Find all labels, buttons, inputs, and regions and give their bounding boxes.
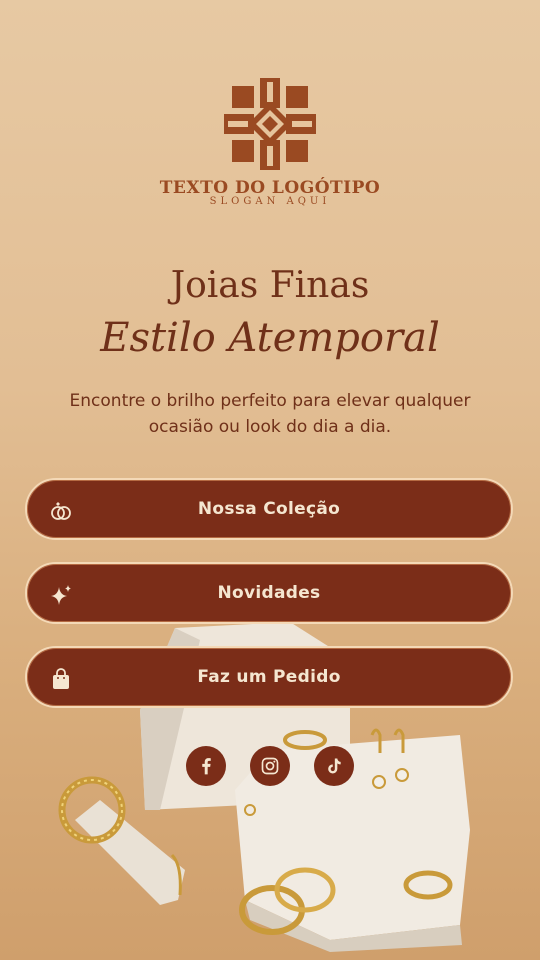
instagram-icon — [261, 757, 279, 775]
instagram-button[interactable] — [250, 746, 290, 786]
page-subtitle: Estilo Atemporal — [100, 315, 440, 361]
brand-logo: TEXTO DO LOGÓTIPO SLOGAN AQUI — [0, 78, 540, 207]
tiktok-button[interactable] — [314, 746, 354, 786]
logo-emblem-icon — [224, 78, 316, 170]
order-button[interactable]: Faz um Pedido — [25, 646, 513, 708]
facebook-button[interactable] — [186, 746, 226, 786]
sparkle-icon — [51, 585, 71, 605]
tiktok-icon — [328, 758, 341, 774]
collection-button[interactable]: Nossa Coleção — [25, 478, 513, 540]
page-description: Encontre o brilho perfeito para elevar q… — [69, 391, 471, 437]
rings-icon — [51, 502, 71, 520]
facebook-icon — [202, 758, 211, 775]
page-title: Joias Finas — [170, 265, 370, 306]
social-links — [0, 746, 540, 786]
order-button-label: Faz um Pedido — [197, 667, 341, 687]
collection-button-label: Nossa Coleção — [197, 499, 341, 519]
shopping-bag-icon — [53, 668, 69, 689]
news-button[interactable]: Novidades — [25, 562, 513, 624]
news-button-label: Novidades — [217, 583, 321, 603]
logo-slogan: SLOGAN AQUI — [209, 196, 331, 207]
logo-text: TEXTO DO LOGÓTIPO — [159, 178, 381, 198]
